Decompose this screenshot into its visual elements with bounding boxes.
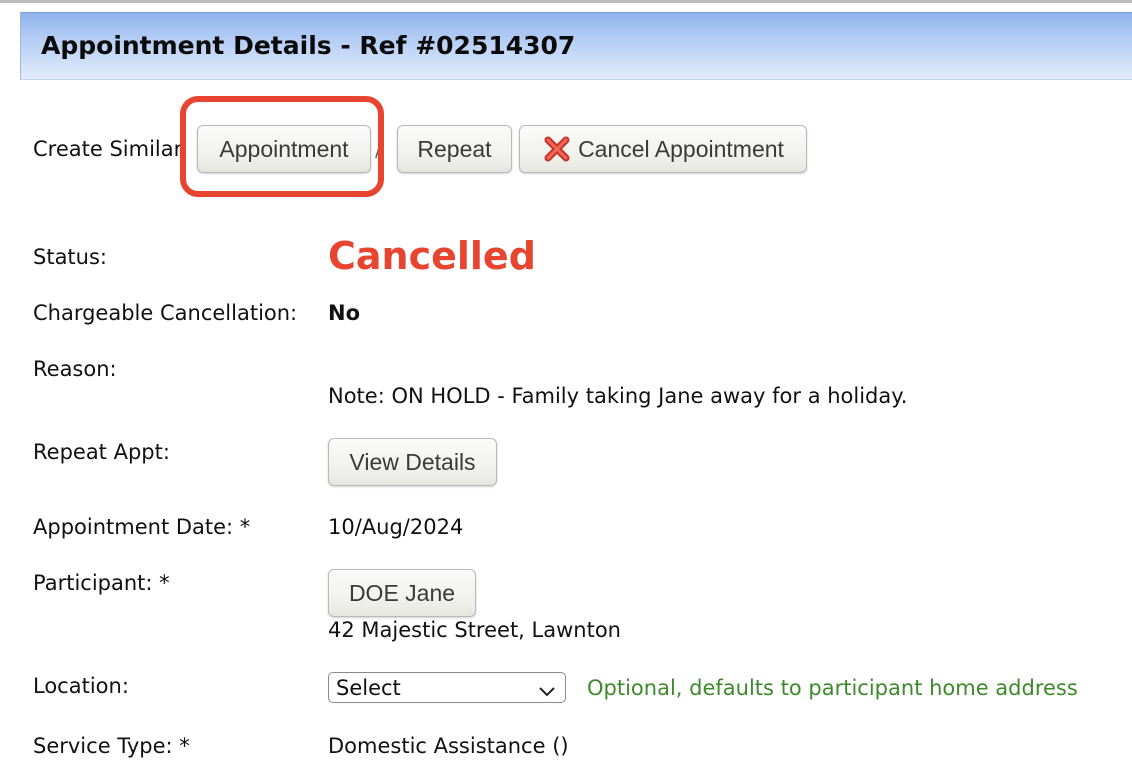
chargeable-cancellation-label: Chargeable Cancellation: bbox=[33, 301, 298, 325]
location-hint: Optional, defaults to participant home a… bbox=[587, 676, 1078, 700]
location-select-value: Select bbox=[336, 675, 401, 700]
participant-button[interactable]: DOE Jane bbox=[328, 569, 476, 617]
repeat-button[interactable]: Repeat bbox=[397, 125, 512, 173]
participant-address: 42 Majestic Street, Lawnton bbox=[328, 618, 621, 642]
participant-label: Participant: * bbox=[33, 571, 170, 595]
page-title: Appointment Details - Ref #02514307 bbox=[41, 31, 576, 60]
service-type-value: Domestic Assistance () bbox=[328, 734, 569, 758]
reason-label: Reason: bbox=[33, 357, 117, 381]
cancel-appointment-button[interactable]: Cancel Appointment bbox=[519, 125, 807, 173]
status-label: Status: bbox=[33, 245, 107, 269]
location-select[interactable]: Select bbox=[328, 672, 566, 703]
view-details-button[interactable]: View Details bbox=[328, 438, 497, 486]
red-x-icon bbox=[542, 134, 572, 164]
status-badge: Cancelled bbox=[328, 234, 536, 278]
chargeable-cancellation-value: No bbox=[328, 301, 361, 325]
appointment-details-page: Appointment Details - Ref #02514307 Crea… bbox=[0, 0, 1132, 780]
appointment-date-label: Appointment Date: * bbox=[33, 515, 251, 539]
service-type-label: Service Type: * bbox=[33, 734, 190, 758]
cancel-appointment-label: Cancel Appointment bbox=[578, 135, 784, 162]
page-header: Appointment Details - Ref #02514307 bbox=[20, 12, 1132, 80]
location-label: Location: bbox=[33, 674, 129, 698]
create-appointment-button[interactable]: Appointment bbox=[197, 125, 371, 173]
repeat-appt-label: Repeat Appt: bbox=[33, 440, 170, 464]
separator-slash: / bbox=[375, 137, 383, 161]
top-divider bbox=[0, 0, 1132, 3]
chevron-down-icon bbox=[538, 680, 556, 704]
create-similar-label: Create Similar bbox=[33, 137, 183, 161]
appointment-date-value: 10/Aug/2024 bbox=[328, 515, 464, 539]
reason-value: Note: ON HOLD - Family taking Jane away … bbox=[328, 384, 908, 408]
